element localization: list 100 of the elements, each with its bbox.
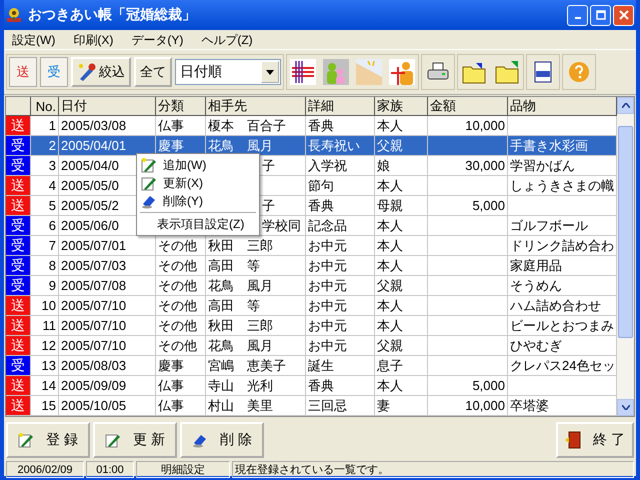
send-toggle[interactable]: 送 — [9, 57, 37, 87]
table-cell: 高田 等 — [208, 296, 260, 314]
table-cell: 手書き水彩画 — [510, 136, 588, 154]
table-cell: 本人 — [377, 256, 403, 274]
maximize-button[interactable] — [590, 4, 611, 26]
table-row[interactable]: 受 13 2005/08/03 慶事 宮嶋 恵美子 誕生 息子 クレパス24色セッ — [6, 356, 617, 376]
action-button[interactable]: 更 新 — [93, 422, 177, 458]
table-cell: 2005/05/0 — [61, 178, 119, 193]
table-row[interactable]: 送 10 2005/07/10 その他 高田 等 お中元 本人 ハム詰め合わせ — [6, 296, 617, 316]
table-cell: 2005/07/10 — [61, 318, 126, 333]
column-header[interactable]: 分類 — [156, 97, 206, 116]
minimize-icon — [574, 16, 580, 18]
flower-icon — [6, 7, 22, 23]
menu-item[interactable]: データ(Y) — [131, 32, 184, 49]
flag-cell: 送 — [6, 336, 31, 356]
striped-lines-icon — [290, 59, 316, 85]
minimize-button[interactable] — [567, 4, 588, 26]
menu-item[interactable]: 更新(X) — [137, 174, 259, 192]
all-button[interactable]: 全て — [134, 57, 172, 87]
action-button[interactable]: 登 録 — [6, 422, 90, 458]
column-header[interactable]: 詳細 — [306, 97, 375, 116]
table-cell: 2 — [48, 138, 56, 153]
close-button[interactable] — [613, 4, 634, 26]
table-cell: 6 — [48, 218, 56, 233]
table-cell: 2005/07/03 — [61, 258, 126, 273]
column-header[interactable]: 相手先 — [206, 97, 306, 116]
table-cell: 13 — [42, 358, 56, 373]
table-row[interactable]: 送 14 2005/09/09 仏事 寺山 光利 香典 本人 5,000 — [6, 376, 617, 396]
table-cell: 2005/05/2 — [61, 198, 119, 213]
table-cell: 妻 — [377, 396, 390, 414]
table-cell: 5,000 — [472, 378, 505, 393]
table-cell: ゴルフボール — [510, 216, 588, 234]
table-cell: 8 — [48, 258, 56, 273]
menu-item[interactable]: ヘルプ(Z) — [201, 32, 253, 49]
status-panel: 現在登録されている一覧です。 — [232, 461, 634, 478]
table-cell: 秋田 三郎 — [208, 236, 273, 254]
menu-item[interactable]: 印刷(X) — [73, 32, 114, 49]
pencil-icon — [18, 432, 34, 448]
table-cell: 父親 — [377, 336, 403, 354]
menu-item[interactable]: 表示項目設定(Z) — [137, 215, 259, 233]
table-row[interactable]: 送 12 2005/07/10 その他 花鳥 風月 お中元 父親 ひやむぎ — [6, 336, 617, 356]
column-header[interactable]: 日付 — [59, 97, 156, 116]
menu-item[interactable]: 追加(W) — [137, 156, 259, 174]
exit-button[interactable]: 終 了 — [556, 422, 634, 458]
status-panel: 明細設定 — [136, 461, 230, 478]
table-row[interactable]: 受 2 2005/04/01 慶事 花鳥 風月 長寿祝い 父親 手書き水彩画 — [6, 136, 617, 156]
table-cell: しょうきさまの幟 — [510, 176, 614, 194]
table-cell: 子 — [262, 156, 275, 174]
table-cell: 2005/07/08 — [61, 278, 126, 293]
toolbar-button[interactable] — [289, 56, 317, 88]
receive-toggle[interactable]: 受 — [40, 57, 68, 87]
column-header[interactable]: 品物 — [508, 97, 617, 116]
table-row[interactable]: 送 15 2005/10/05 仏事 村山 美里 三回忌 妻 10,000 卒塔婆 — [6, 396, 617, 416]
table-cell: 息子 — [377, 356, 403, 374]
close-icon — [618, 10, 628, 20]
window-title: おつきあい帳「冠婚総裁」 — [28, 6, 197, 24]
table-cell: 仏事 — [158, 396, 184, 414]
scroll-down-icon[interactable] — [622, 405, 630, 410]
table-row[interactable]: 受 9 2005/07/08 その他 花鳥 風月 お中元 父親 そうめん — [6, 276, 617, 296]
eraser-icon — [192, 432, 208, 448]
sort-dropdown[interactable]: 日付順 — [175, 59, 281, 85]
table-row[interactable]: 送 11 2005/07/10 その他 秋田 三郎 お中元 本人 ビールとおつまみ — [6, 316, 617, 336]
filter-button[interactable]: 絞込 — [71, 57, 131, 87]
scrollbar-thumb[interactable] — [618, 126, 633, 338]
column-header[interactable]: 金額 — [428, 97, 508, 116]
table-cell: 4 — [48, 178, 56, 193]
column-header[interactable]: 家族 — [375, 97, 428, 116]
column-header[interactable]: No. — [31, 97, 59, 116]
status-panel: 2006/02/09 — [6, 461, 84, 478]
menu-item[interactable]: 設定(W) — [12, 32, 56, 49]
flag-cell: 受 — [6, 136, 31, 156]
table-cell: 本人 — [377, 316, 403, 334]
table-cell: 花鳥 風月 — [208, 276, 273, 294]
table-cell: 入学祝 — [308, 156, 347, 174]
table-cell: その他 — [158, 316, 197, 334]
table-cell: 香典 — [308, 196, 334, 214]
table-cell: 花鳥 風月 — [208, 336, 273, 354]
table-cell: 節句 — [308, 176, 334, 194]
table-cell: お中元 — [308, 316, 347, 334]
table-cell: 14 — [42, 378, 56, 393]
table-cell: 慶事 — [158, 356, 184, 374]
action-button[interactable]: 削 除 — [180, 422, 264, 458]
table-cell: 榎本 百合子 — [208, 116, 286, 134]
table-cell: 慶事 — [158, 136, 184, 154]
table-cell: 学校同 — [262, 216, 301, 234]
table-cell: 卒塔婆 — [510, 396, 549, 414]
table-cell: 10 — [42, 298, 56, 313]
flag-cell: 受 — [6, 236, 31, 256]
table-row[interactable]: 受 8 2005/07/03 その他 高田 等 お中元 本人 家庭用品 — [6, 256, 617, 276]
table-cell: 2005/08/03 — [61, 358, 126, 373]
eraser-icon — [141, 193, 157, 209]
table-cell: 宮嶋 恵美子 — [208, 356, 286, 374]
scroll-up-icon[interactable] — [622, 103, 630, 108]
flag-cell: 送 — [6, 116, 31, 136]
table-cell: その他 — [158, 296, 197, 314]
flag-cell: 送 — [6, 196, 31, 216]
table-cell: 花鳥 風月 — [208, 136, 273, 154]
table-cell: その他 — [158, 236, 197, 254]
flag-cell: 受 — [6, 276, 31, 296]
table-cell: お中元 — [308, 256, 347, 274]
